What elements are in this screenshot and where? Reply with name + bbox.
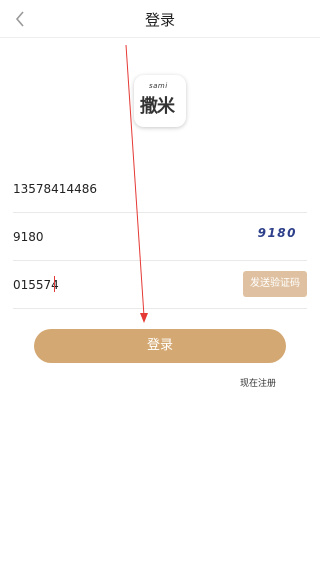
logo-text: 撒米 [140, 96, 175, 117]
captcha-input[interactable] [13, 227, 213, 247]
logo-subtitle: sami [149, 82, 168, 90]
login-button[interactable]: 登录 [34, 329, 286, 363]
sms-code-input[interactable] [13, 275, 213, 295]
captcha-image[interactable]: 9180 [258, 226, 297, 240]
page-title: 登录 [144, 11, 175, 29]
phone-row [13, 165, 307, 213]
register-link[interactable]: 现在注册 [240, 376, 276, 389]
captcha-row: 9180 [13, 213, 307, 261]
text-caret [54, 276, 55, 292]
top-bar: 登录 [0, 0, 320, 38]
sms-code-row: 发送验证码 [13, 261, 307, 309]
phone-input[interactable] [13, 179, 213, 199]
app-logo: sami 撒米 [134, 75, 186, 127]
send-code-button[interactable]: 发送验证码 [243, 271, 307, 297]
